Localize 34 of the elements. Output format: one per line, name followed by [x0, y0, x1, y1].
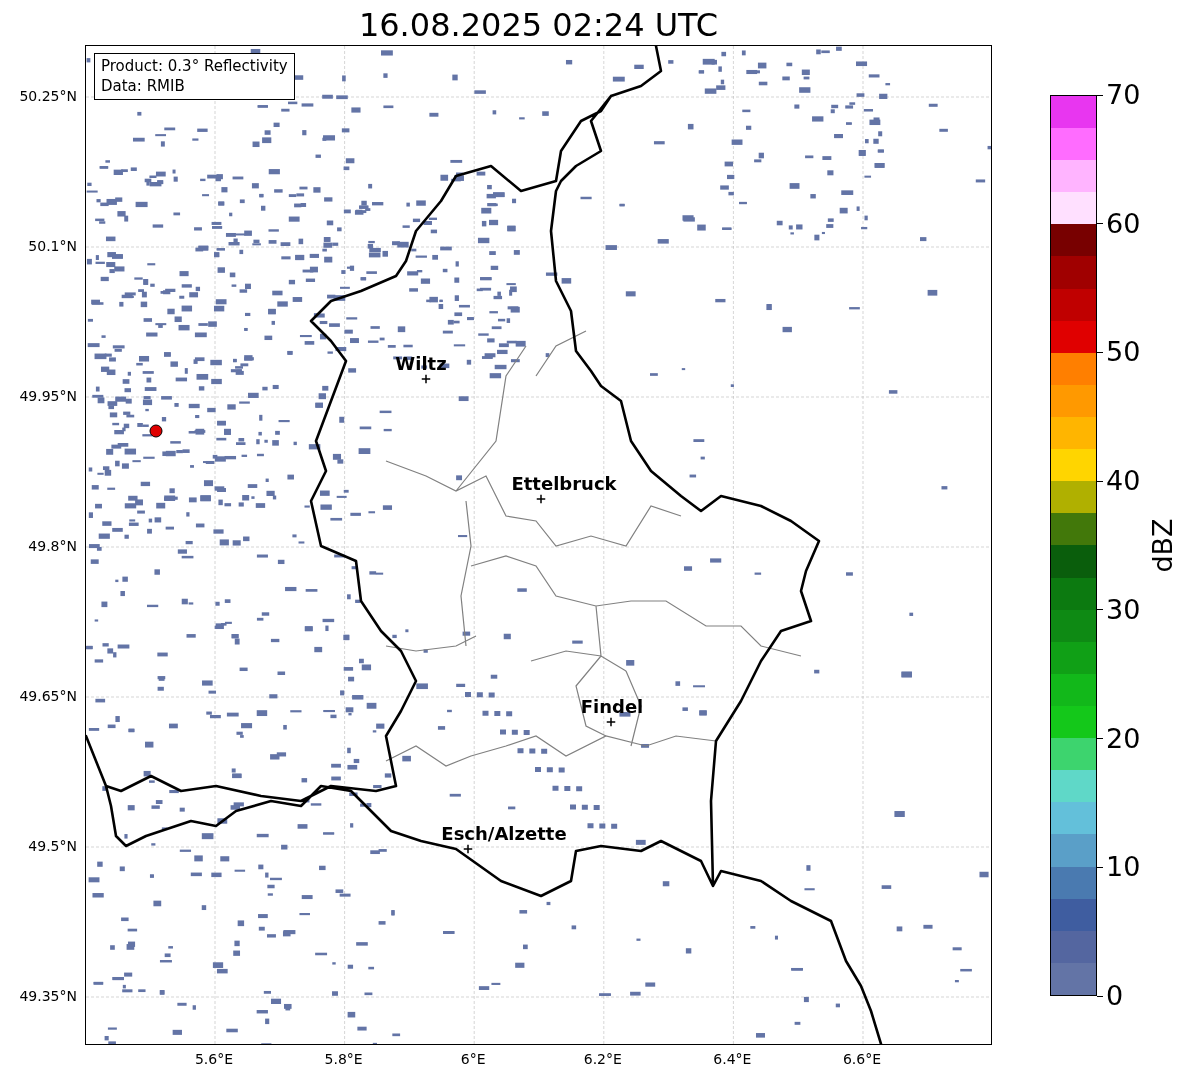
scale-label: 10 [1097, 852, 1141, 883]
longitude-label: 6.4°E [713, 1051, 752, 1067]
cross-icon [606, 717, 616, 727]
latitude-label: 49.65°N [19, 688, 77, 704]
unit-label: dBZ [1146, 518, 1178, 573]
latitude-label: 49.95°N [19, 388, 77, 404]
radar-site-icon [149, 424, 163, 438]
cross-icon [536, 494, 546, 504]
longitude-label: 5.6°E [194, 1051, 234, 1067]
longitude-label: 5.8°E [324, 1051, 363, 1067]
city-label: Wiltz [395, 352, 447, 374]
latitude-label: 49.35°N [19, 988, 77, 1004]
scale-label: 30 [1097, 594, 1141, 625]
plot-title: 16.08.2025 02:24 UTC [358, 5, 719, 45]
city-label: Findel [580, 695, 644, 717]
latitude-label: 49.8°N [28, 538, 77, 554]
scale-label: 60 [1097, 208, 1141, 239]
scale-label: 20 [1097, 723, 1141, 754]
city-label: Ettelbruck [511, 472, 617, 494]
info-text: Data: RMIB [101, 76, 186, 96]
city-label: Esch/Alzette [441, 822, 567, 844]
cross-icon [463, 844, 473, 854]
latitude-label: 50.25°N [19, 88, 77, 104]
longitude-label: 6°E [460, 1051, 486, 1067]
scale-label: 40 [1097, 466, 1141, 497]
cross-icon [421, 374, 431, 384]
scale-label: 0 [1097, 981, 1124, 1011]
scale-label: 70 [1097, 80, 1141, 110]
info-text: Product: 0.3° Reflectivity [101, 56, 288, 76]
latitude-label: 50.1°N [28, 238, 77, 254]
longitude-label: 6.2°E [583, 1051, 622, 1067]
latitude-label: 49.5°N [28, 838, 77, 854]
scale-label: 50 [1097, 337, 1141, 368]
longitude-label: 6.6°E [842, 1051, 882, 1067]
